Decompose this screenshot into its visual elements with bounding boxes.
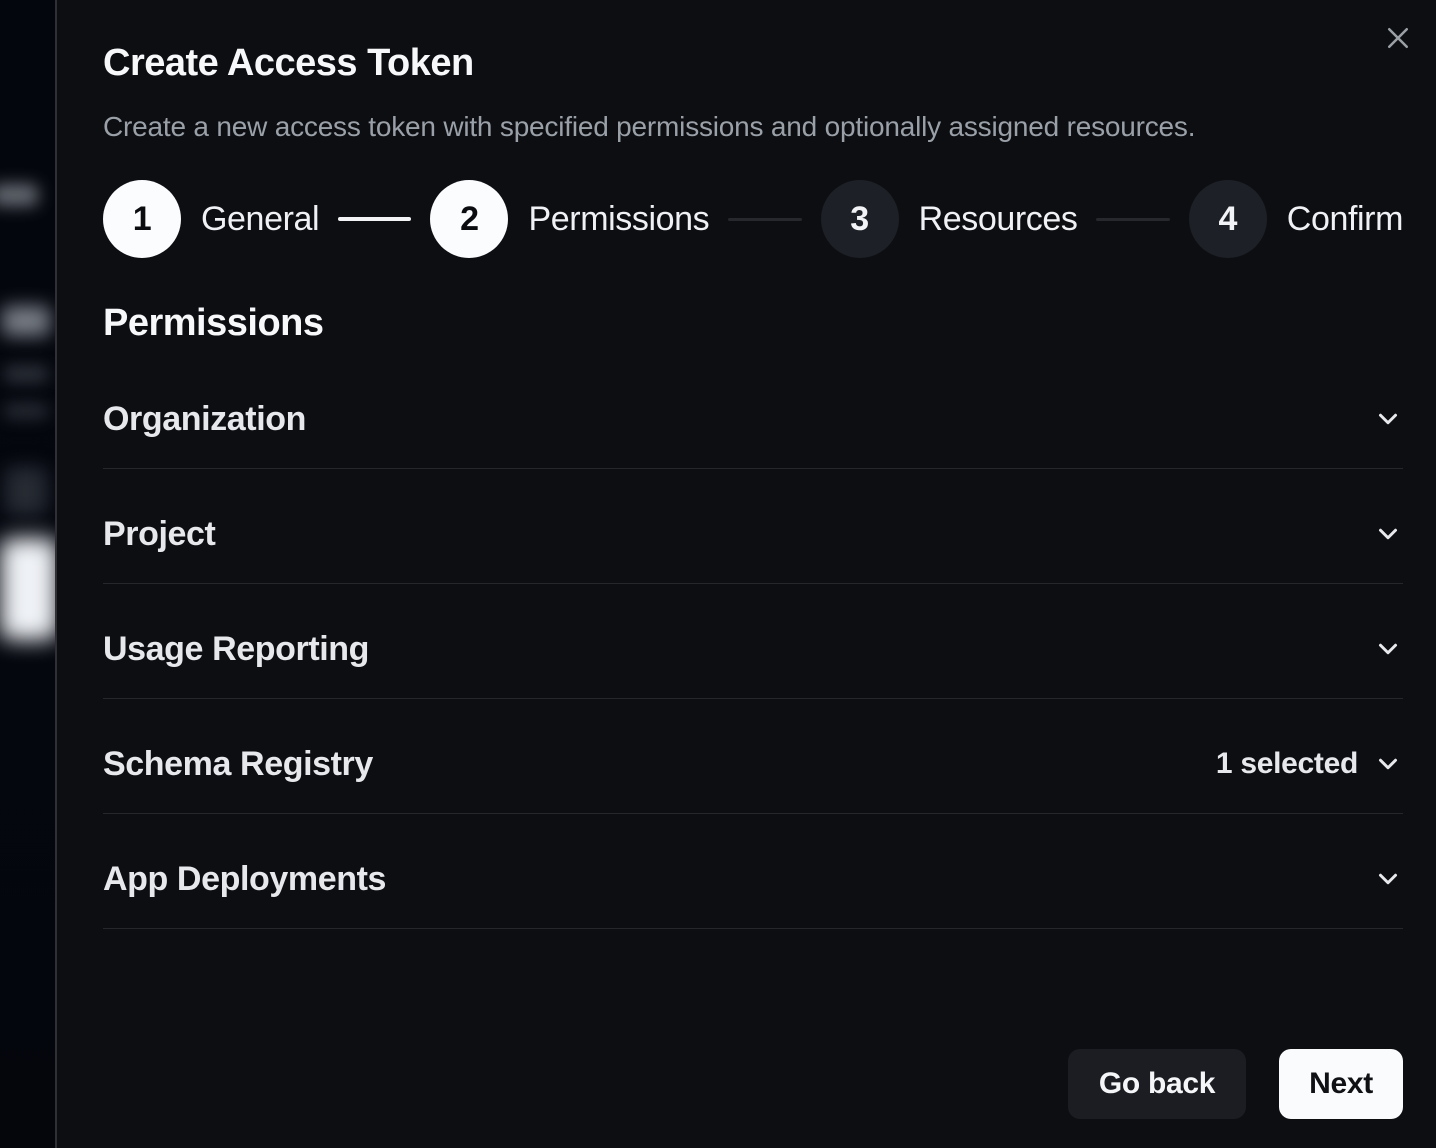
permission-group-controls: 1 selected [1216,747,1403,781]
permission-group-project[interactable]: Project [103,469,1403,584]
chevron-down-icon [1373,749,1403,779]
chevron-down-icon [1373,519,1403,549]
permission-group-app-deployments[interactable]: App Deployments [103,814,1403,929]
background-blur-artifact [0,538,57,640]
permission-groups-list: Organization Project Usage Reporting [103,354,1403,929]
step-number: 4 [1218,200,1237,239]
step-general: 1 General [103,180,319,258]
permission-group-label: Project [103,513,215,555]
section-heading: Permissions [103,303,1403,343]
permission-group-organization[interactable]: Organization [103,354,1403,469]
step-number: 3 [850,200,869,239]
chevron-down-icon [1373,634,1403,664]
step-number: 2 [460,200,479,239]
background-page [0,0,57,1148]
permission-group-controls [1373,634,1403,664]
step-circle: 4 [1189,180,1267,258]
chevron-down-icon [1373,864,1403,894]
step-connector [1096,218,1169,221]
go-back-button[interactable]: Go back [1068,1049,1246,1119]
permission-group-usage-reporting[interactable]: Usage Reporting [103,584,1403,699]
permission-group-label: Usage Reporting [103,628,369,670]
close-button[interactable] [1374,14,1422,62]
step-label: Resources [919,200,1078,239]
permission-group-controls [1373,404,1403,434]
background-blur-artifact [0,184,38,206]
step-label: Confirm [1287,200,1403,239]
step-circle: 3 [821,180,899,258]
permission-group-label: Organization [103,398,306,440]
step-number: 1 [133,200,152,239]
create-access-token-modal: Create Access Token Create a new access … [55,0,1436,1148]
modal-title: Create Access Token [103,43,1403,83]
permission-group-label: App Deployments [103,858,386,900]
x-icon [1383,23,1413,53]
screen: Create Access Token Create a new access … [0,0,1436,1148]
modal-footer: Go back Next [1068,1049,1403,1119]
step-confirm: 4 Confirm [1189,180,1403,258]
background-blur-artifact [5,467,47,515]
step-label: General [201,200,319,239]
background-blur-artifact [2,306,50,336]
selected-count-badge: 1 selected [1216,747,1358,781]
step-resources: 3 Resources [821,180,1078,258]
permission-group-label: Schema Registry [103,743,373,785]
modal-subtitle: Create a new access token with specified… [103,111,1403,143]
step-label: Permissions [528,200,709,239]
next-button[interactable]: Next [1279,1049,1403,1119]
step-connector [728,218,801,221]
step-connector [338,217,411,221]
step-permissions: 2 Permissions [430,180,709,258]
chevron-down-icon [1373,404,1403,434]
permission-group-schema-registry[interactable]: Schema Registry 1 selected [103,699,1403,814]
wizard-stepper: 1 General 2 Permissions 3 Resources 4 Co… [103,180,1403,258]
permission-group-controls [1373,864,1403,894]
step-circle: 2 [430,180,508,258]
background-blur-artifact [4,366,48,382]
permission-group-controls [1373,519,1403,549]
background-blur-artifact [4,404,48,418]
step-circle: 1 [103,180,181,258]
